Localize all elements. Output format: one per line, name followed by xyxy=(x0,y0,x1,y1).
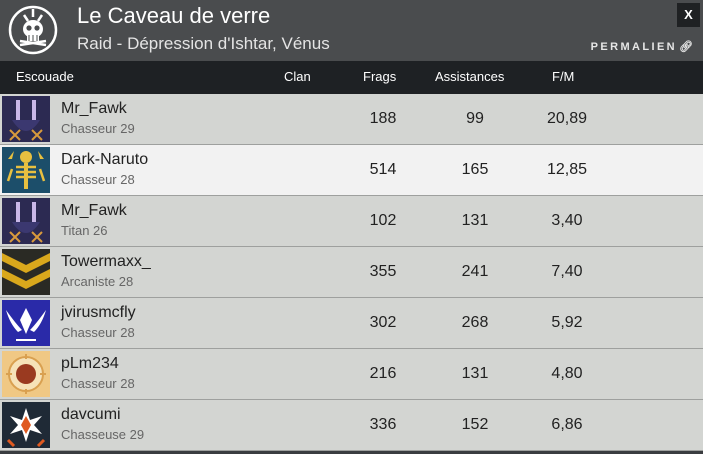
sun-emblem-icon xyxy=(2,351,50,397)
fm-value: 4,80 xyxy=(551,365,583,382)
winged-emblem-icon xyxy=(2,300,50,346)
frags-value: 514 xyxy=(369,161,397,178)
rabbit-emblem-icon xyxy=(2,198,50,244)
player-row[interactable]: Dark-Naruto Chasseur 28 514 165 12,85 xyxy=(0,145,703,196)
player-name[interactable]: pLm234 xyxy=(61,355,119,373)
close-button[interactable]: X xyxy=(677,3,700,27)
raid-skull-emblem-icon xyxy=(8,5,58,55)
rabbit-emblem-icon xyxy=(2,96,50,142)
frags-value: 216 xyxy=(369,365,397,382)
activity-title: Le Caveau de verre xyxy=(77,3,271,28)
player-row[interactable]: davcumi Chasseuse 29 336 152 6,86 xyxy=(0,400,703,451)
column-fm[interactable]: F/M xyxy=(552,69,574,84)
player-name[interactable]: Mr_Fawk xyxy=(61,202,127,220)
activity-subtitle: Raid - Dépression d'Ishtar, Vénus xyxy=(77,34,330,53)
frags-value: 102 xyxy=(369,212,397,229)
fm-value: 12,85 xyxy=(546,161,588,178)
player-name[interactable]: Towermaxx_ xyxy=(61,253,151,271)
player-name[interactable]: davcumi xyxy=(61,406,121,424)
frags-value: 336 xyxy=(369,416,397,433)
column-squad[interactable]: Escouade xyxy=(16,69,74,84)
frags-value: 355 xyxy=(369,263,397,280)
column-clan[interactable]: Clan xyxy=(284,69,311,84)
frags-value: 302 xyxy=(369,314,397,331)
player-class: Arcaniste 28 xyxy=(61,274,134,289)
link-icon: 🔗︎ xyxy=(679,41,693,53)
assists-value: 131 xyxy=(461,365,489,382)
fm-value: 7,40 xyxy=(551,263,583,280)
fm-value: 20,89 xyxy=(546,110,588,127)
player-class: Chasseuse 29 xyxy=(61,427,145,442)
player-name[interactable]: Mr_Fawk xyxy=(61,100,127,118)
player-class: Chasseur 28 xyxy=(61,325,135,340)
player-row[interactable]: Mr_Fawk Titan 26 102 131 3,40 xyxy=(0,196,703,247)
player-list: Mr_Fawk Chasseur 29 188 99 20,89 Dark-Na… xyxy=(0,94,703,451)
assists-value: 152 xyxy=(461,416,489,433)
skeleton-emblem-icon xyxy=(2,147,50,193)
assists-value: 268 xyxy=(461,314,489,331)
player-row[interactable]: Towermaxx_ Arcaniste 28 355 241 7,40 xyxy=(0,247,703,298)
activity-report-panel: Le Caveau de verre Raid - Dépression d'I… xyxy=(0,0,703,454)
frags-value: 188 xyxy=(369,110,397,127)
assists-value: 165 xyxy=(461,161,489,178)
fm-value: 3,40 xyxy=(551,212,583,229)
chevron-emblem-icon xyxy=(2,249,50,295)
star-emblem-icon xyxy=(2,402,50,448)
column-header: Escouade Clan Frags Assistances F/M xyxy=(0,61,703,94)
player-class: Chasseur 29 xyxy=(61,121,135,136)
assists-value: 131 xyxy=(461,212,489,229)
player-class: Chasseur 28 xyxy=(61,376,135,391)
column-frags[interactable]: Frags xyxy=(363,69,396,84)
player-name[interactable]: Dark-Naruto xyxy=(61,151,148,169)
permalink-label: PERMALIEN xyxy=(590,41,678,53)
player-row[interactable]: Mr_Fawk Chasseur 29 188 99 20,89 xyxy=(0,94,703,145)
assists-value: 241 xyxy=(461,263,489,280)
assists-value: 99 xyxy=(466,110,484,127)
column-assists[interactable]: Assistances xyxy=(435,69,504,84)
player-row[interactable]: jvirusmcfly Chasseur 28 302 268 5,92 xyxy=(0,298,703,349)
permalink-link[interactable]: PERMALIEN 🔗︎ xyxy=(591,40,693,53)
fm-value: 5,92 xyxy=(551,314,583,331)
player-name[interactable]: jvirusmcfly xyxy=(61,304,136,322)
activity-header: Le Caveau de verre Raid - Dépression d'I… xyxy=(0,0,703,61)
player-class: Chasseur 28 xyxy=(61,172,135,187)
player-class: Titan 26 xyxy=(61,223,108,238)
fm-value: 6,86 xyxy=(551,416,583,433)
player-row[interactable]: pLm234 Chasseur 28 216 131 4,80 xyxy=(0,349,703,400)
